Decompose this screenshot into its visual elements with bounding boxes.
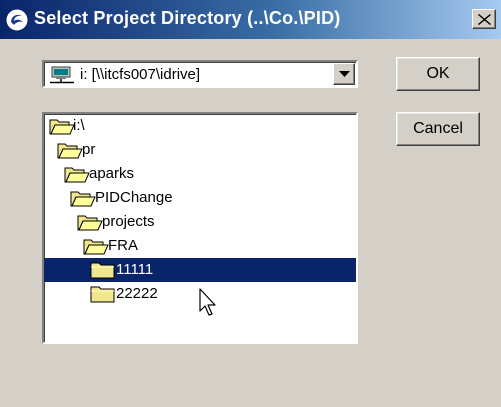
- tree-item-label: aparks: [89, 165, 135, 182]
- drive-select[interactable]: i: [\\itcfs007\idrive]: [42, 60, 358, 88]
- open-folder-icon: [64, 167, 90, 183]
- tree-item[interactable]: aparks: [44, 162, 356, 186]
- tree-item-label: 22222: [116, 285, 158, 302]
- tree-item[interactable]: i:\: [44, 114, 356, 138]
- open-folder-icon: [57, 143, 83, 159]
- open-folder-icon: [49, 119, 75, 135]
- x-icon: [478, 14, 491, 25]
- tree-item-label: projects: [102, 213, 155, 230]
- cancel-button[interactable]: Cancel: [396, 112, 480, 146]
- tree-item[interactable]: FRA: [44, 234, 356, 258]
- select-project-directory-dialog: Select Project Directory (..\Co.\PID) i:…: [0, 0, 501, 407]
- close-button[interactable]: [472, 9, 496, 29]
- dropdown-arrow-button[interactable]: [333, 63, 355, 85]
- open-folder-icon: [70, 191, 96, 207]
- ok-button[interactable]: OK: [396, 57, 480, 91]
- tree-item-selected[interactable]: 11111: [44, 258, 356, 282]
- dialog-title: Select Project Directory (..\Co.\PID): [34, 8, 341, 28]
- open-folder-icon: [77, 215, 103, 231]
- tree-item-label: 11111: [116, 261, 154, 278]
- closed-folder-icon: [90, 286, 115, 303]
- title-bar[interactable]: Select Project Directory (..\Co.\PID): [0, 0, 501, 39]
- tree-item-label: pr: [82, 141, 96, 158]
- tree-item-label: i:\: [73, 117, 85, 134]
- chevron-down-icon: [339, 71, 350, 77]
- open-folder-icon: [83, 239, 109, 255]
- app-swirl-icon: [5, 8, 29, 32]
- tree-item[interactable]: pr: [44, 138, 356, 162]
- mouse-cursor-icon: [199, 288, 216, 316]
- drive-select-value: i: [\\itcfs007\idrive]: [80, 66, 201, 83]
- tree-item-label: PIDChange: [95, 189, 173, 206]
- tree-item[interactable]: PIDChange: [44, 186, 356, 210]
- tree-item-label: FRA: [108, 237, 138, 254]
- tree-item[interactable]: projects: [44, 210, 356, 234]
- closed-folder-icon: [90, 262, 115, 279]
- network-drive-icon: [50, 66, 74, 84]
